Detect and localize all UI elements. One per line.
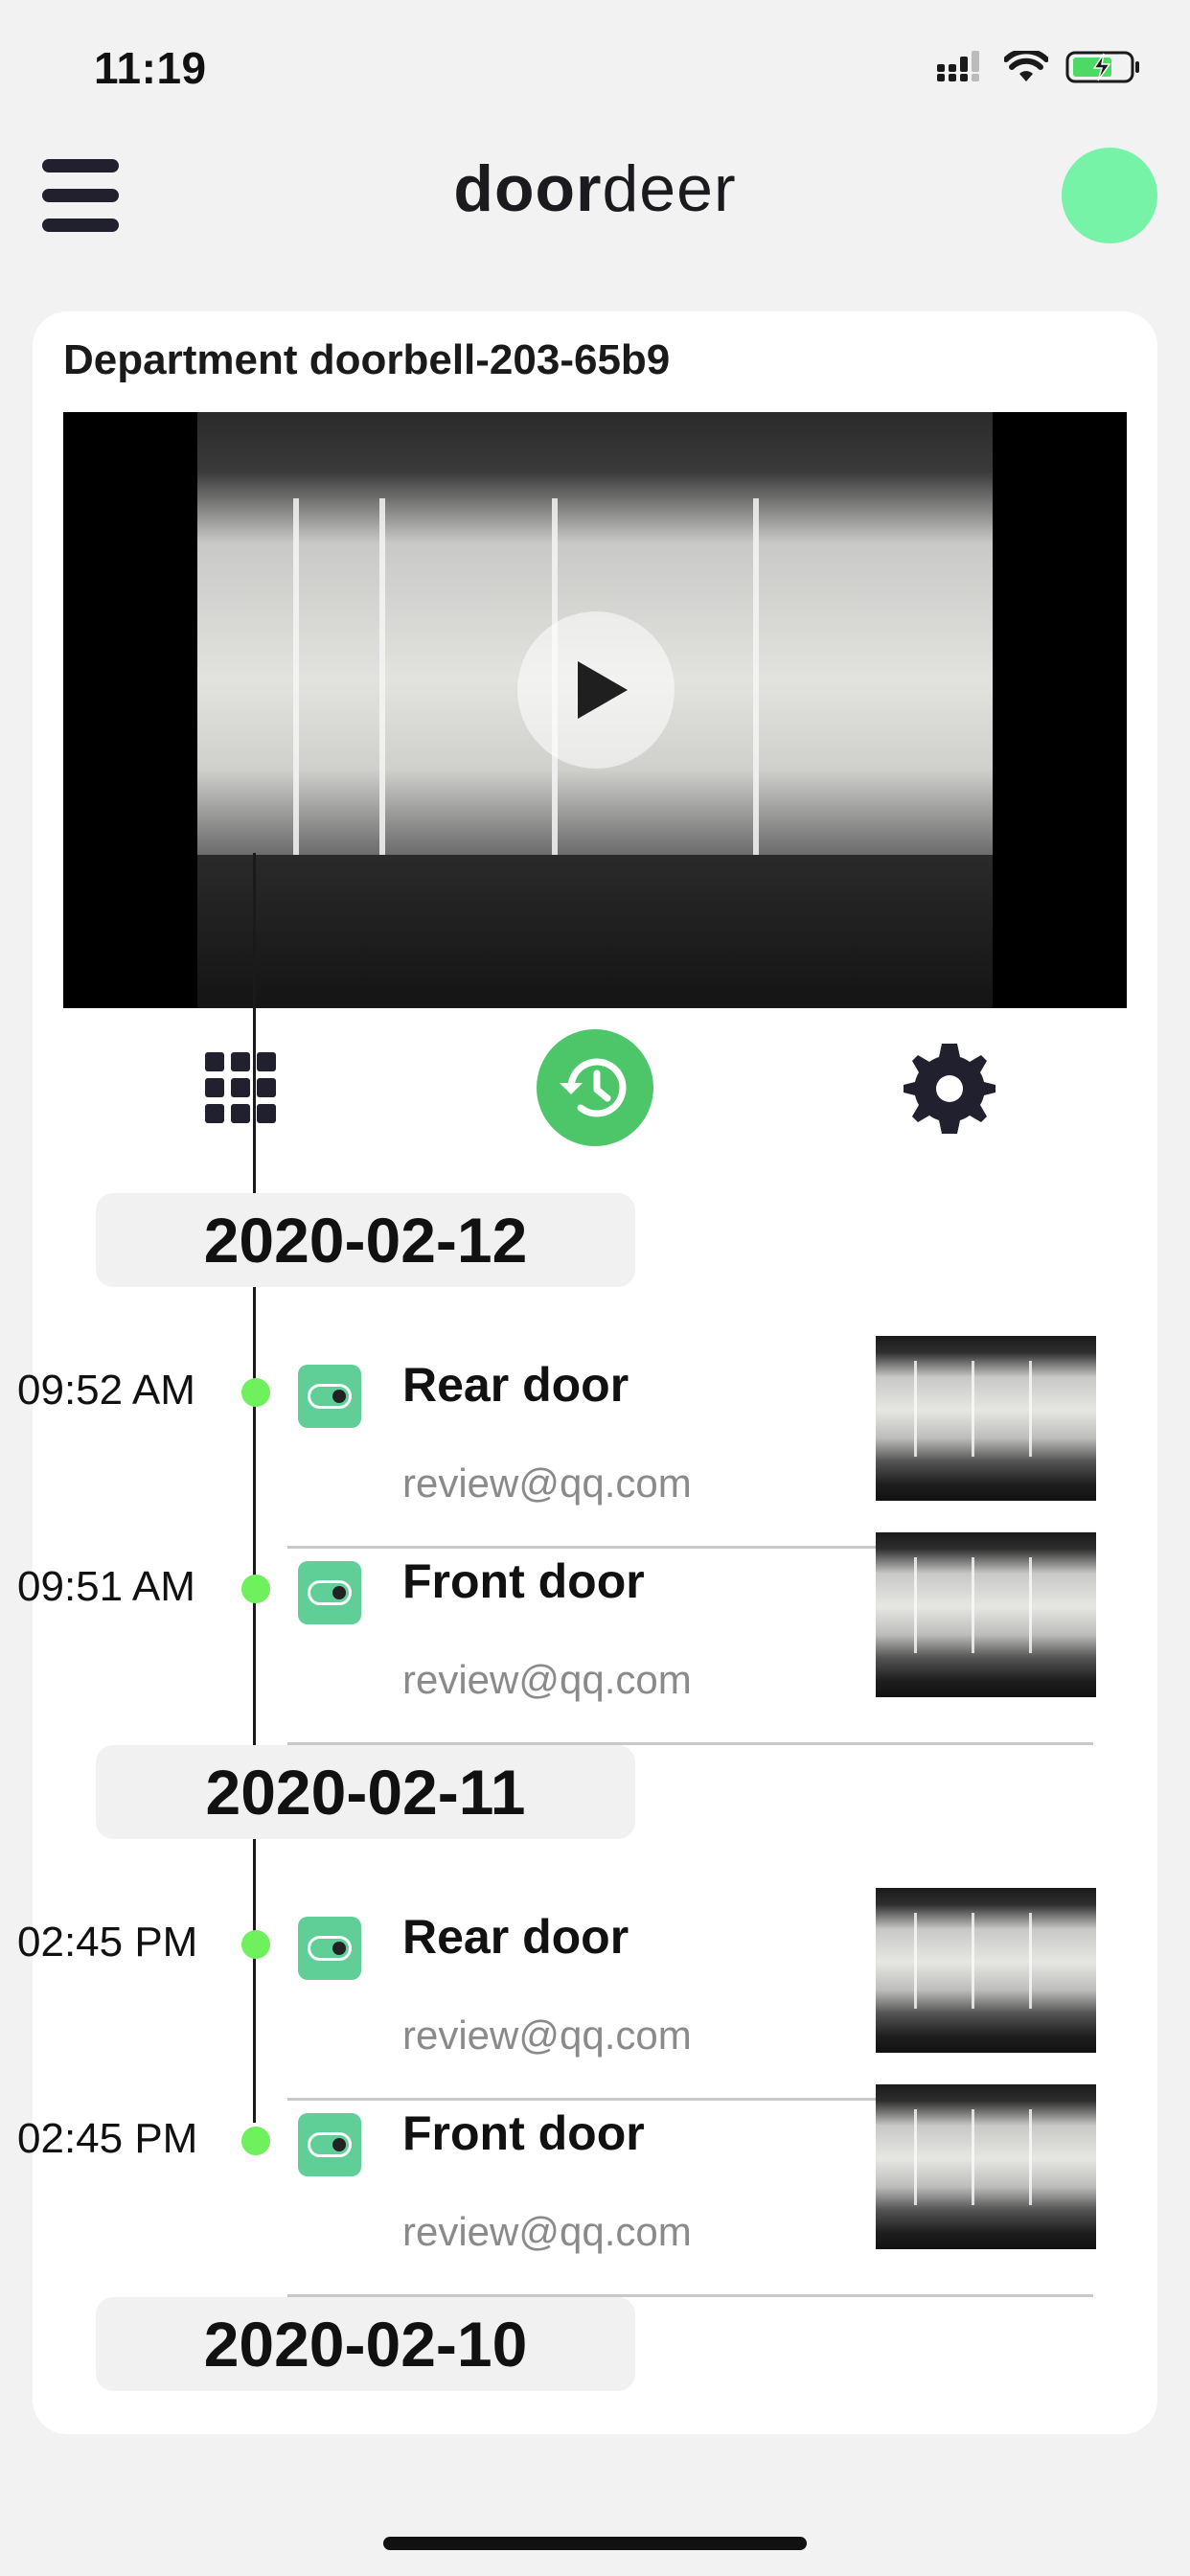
doorbell-icon xyxy=(298,1561,361,1624)
event-door-name: Front door xyxy=(402,1554,645,1608)
status-icons xyxy=(937,50,1142,84)
avatar[interactable] xyxy=(1062,148,1157,243)
timeline-dot xyxy=(241,1575,270,1603)
app-logo: doordeer xyxy=(453,152,737,225)
grid-icon xyxy=(205,1052,276,1123)
tab-grid[interactable] xyxy=(178,1025,303,1150)
event-door-name: Rear door xyxy=(402,1358,629,1412)
cellular-signal-icon xyxy=(937,51,979,81)
event-row[interactable]: 09:51 AM Front door review@qq.com xyxy=(0,1532,1125,1760)
device-title: Department doorbell-203-65b9 xyxy=(63,336,671,383)
event-user: review@qq.com xyxy=(402,1657,692,1702)
gear-icon xyxy=(904,1044,995,1134)
tab-settings[interactable] xyxy=(887,1025,1012,1150)
wifi-icon xyxy=(1004,51,1048,81)
timeline-dot xyxy=(241,1378,270,1407)
event-time: 09:52 AM xyxy=(17,1367,195,1414)
event-row[interactable]: 02:45 PM Front door review@qq.com xyxy=(0,2084,1125,2312)
event-door-name: Rear door xyxy=(402,1910,629,1964)
event-user: review@qq.com xyxy=(402,2012,692,2058)
status-time: 11:19 xyxy=(94,43,207,93)
video-player[interactable] xyxy=(63,412,1127,1008)
event-thumbnail[interactable] xyxy=(876,1532,1096,1697)
date-header: 2020-02-11 xyxy=(96,1745,635,1839)
tab-bar xyxy=(33,1025,1157,1150)
doorbell-icon xyxy=(298,2113,361,2176)
play-icon[interactable] xyxy=(517,611,675,769)
event-time: 02:45 PM xyxy=(17,2115,198,2162)
event-time: 02:45 PM xyxy=(17,1919,198,1966)
home-indicator[interactable] xyxy=(383,2537,807,2550)
date-header: 2020-02-12 xyxy=(96,1193,635,1287)
timeline-dot xyxy=(241,2127,270,2155)
status-bar: 11:19 xyxy=(0,0,1190,134)
app-header: doordeer xyxy=(0,134,1190,278)
timeline-dot xyxy=(241,1930,270,1959)
event-thumbnail[interactable] xyxy=(876,1888,1096,2053)
history-icon xyxy=(537,1029,653,1146)
event-thumbnail[interactable] xyxy=(876,2084,1096,2249)
event-user: review@qq.com xyxy=(402,2209,692,2254)
event-time: 09:51 AM xyxy=(17,1563,195,1610)
event-door-name: Front door xyxy=(402,2106,645,2160)
event-user: review@qq.com xyxy=(402,1460,692,1506)
doorbell-icon xyxy=(298,1917,361,1980)
date-header: 2020-02-10 xyxy=(96,2297,635,2391)
doorbell-icon xyxy=(298,1365,361,1428)
tab-history[interactable] xyxy=(533,1025,657,1150)
battery-icon xyxy=(1065,51,1139,83)
event-thumbnail[interactable] xyxy=(876,1336,1096,1501)
